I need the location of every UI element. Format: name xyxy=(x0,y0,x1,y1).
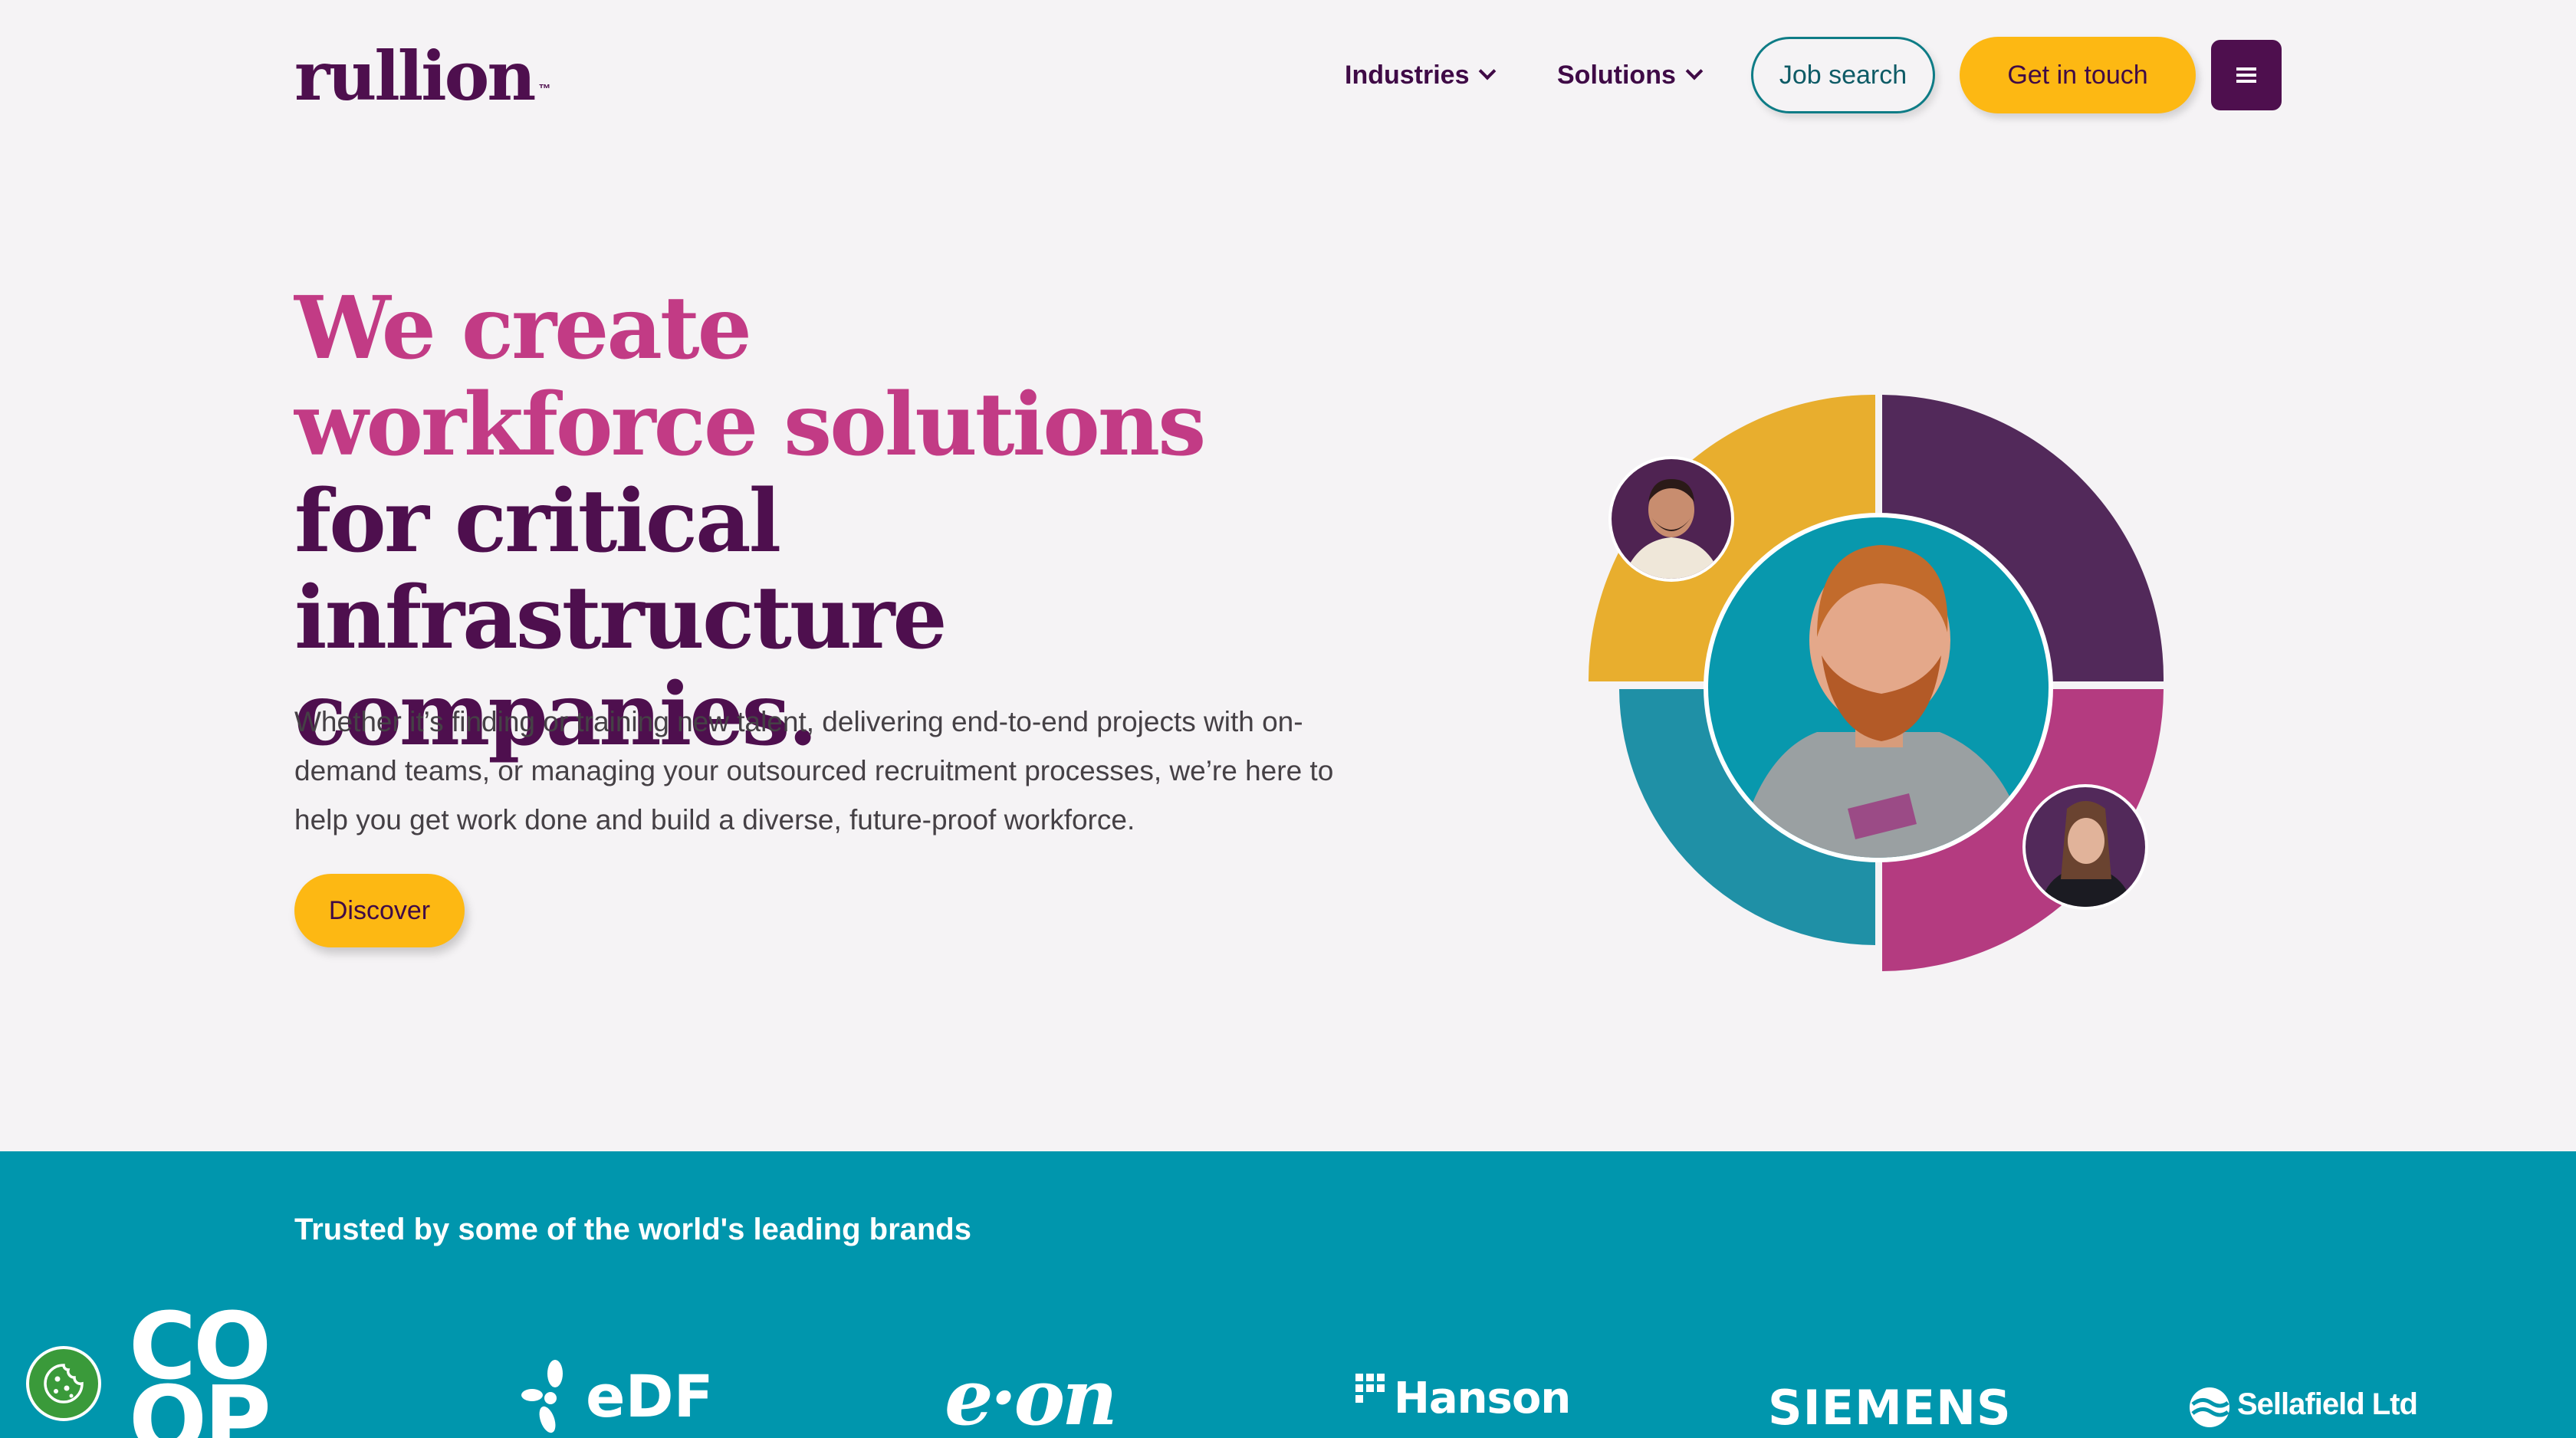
edf-flower-icon xyxy=(521,1360,563,1433)
siemens-logo: SIEMENS xyxy=(1768,1380,2012,1436)
nav-industries-label: Industries xyxy=(1345,60,1470,90)
edf-logo: eDF xyxy=(586,1362,714,1430)
rullion-logo[interactable]: rullion ™ xyxy=(294,34,550,118)
logo-text: rullion xyxy=(294,36,536,116)
nav-solutions-dropdown[interactable]: Solutions xyxy=(1557,54,1704,97)
hamburger-menu-icon xyxy=(2236,67,2256,83)
job-search-button[interactable]: Job search xyxy=(1751,37,1935,113)
cookie-settings-button[interactable] xyxy=(26,1346,101,1421)
trusted-brands-section: Trusted by some of the world's leading b… xyxy=(0,1151,2576,1438)
sellafield-logo: Sellafield Ltd xyxy=(2237,1387,2418,1421)
hanson-grid-icon xyxy=(1355,1374,1385,1403)
menu-button[interactable] xyxy=(2211,40,2282,110)
get-in-touch-button[interactable]: Get in touch xyxy=(1960,37,2196,113)
nav-solutions-label: Solutions xyxy=(1557,60,1676,90)
hero-title-accent: We create workforce solutions xyxy=(294,278,1206,475)
cookie-icon xyxy=(44,1364,84,1404)
hero-description: Whether it’s finding or training new tal… xyxy=(294,706,1334,836)
discover-button[interactable]: Discover xyxy=(294,874,465,947)
co-op-logo: CO OP xyxy=(129,1294,271,1438)
trusted-brands-title: Trusted by some of the world's leading b… xyxy=(294,1213,971,1246)
hero-people-ring-graphic xyxy=(1588,395,2164,971)
nav-industries-dropdown[interactable]: Industries xyxy=(1345,54,1497,97)
chevron-down-icon xyxy=(1479,62,1497,80)
hanson-logo: Hanson xyxy=(1394,1374,1571,1423)
site-header: rullion ™ Industries Solutions Job search… xyxy=(0,0,2576,153)
hero-title: We create workforce solutions for critic… xyxy=(294,281,1214,763)
sellafield-wave-icon xyxy=(2190,1387,2229,1427)
eon-logo: e·on xyxy=(945,1352,1118,1438)
trademark-mark: ™ xyxy=(538,83,551,96)
chevron-down-icon xyxy=(1685,62,1704,80)
